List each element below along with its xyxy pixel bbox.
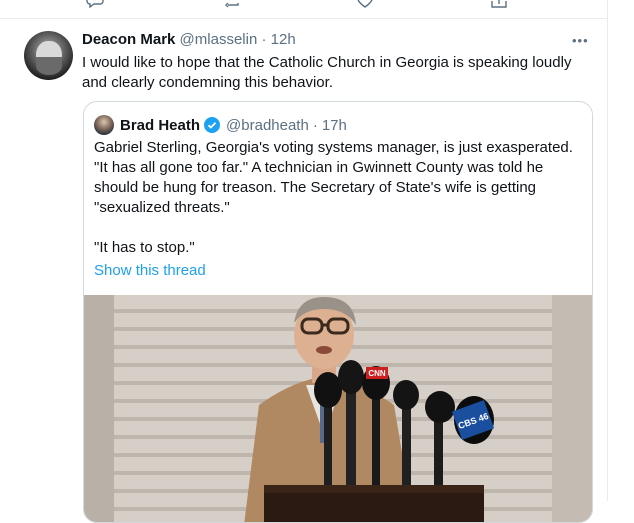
header-separator: · — [261, 31, 267, 48]
tweet-time[interactable]: 12h — [271, 31, 296, 48]
author-handle[interactable]: @mlasselin — [180, 31, 258, 48]
verified-badge-icon — [204, 117, 221, 133]
quoted-media-image[interactable]: CNN CBS 46 — [84, 295, 592, 522]
timeline-column: Deacon Mark @mlasselin · 12h ••• I would… — [0, 0, 608, 523]
tweet-header: Deacon Mark @mlasselin · 12h — [82, 31, 296, 48]
quoted-author-handle[interactable]: @bradheath — [226, 117, 309, 134]
press-conference-scene: CNN CBS 46 — [244, 297, 495, 522]
quoted-paragraph-1: Gabriel Sterling, Georgia's voting syste… — [94, 139, 573, 216]
tweet-text: I would like to hope that the Catholic C… — [82, 54, 572, 91]
more-options-icon[interactable]: ••• — [572, 33, 589, 48]
show-thread-link[interactable]: Show this thread — [94, 262, 206, 279]
avatar[interactable] — [24, 31, 73, 80]
quoted-avatar[interactable] — [94, 115, 114, 135]
quoted-tweet[interactable]: Brad Heath @bradheath · 17h Gabriel Ster… — [83, 101, 593, 523]
cnn-mic-flag: CNN — [368, 369, 386, 378]
retweet-icon[interactable] — [222, 0, 240, 8]
quoted-paragraph-2: "It has to stop." — [94, 239, 195, 256]
reply-icon[interactable] — [86, 0, 104, 8]
quoted-author-name[interactable]: Brad Heath — [120, 117, 200, 134]
previous-tweet-actions — [0, 0, 607, 12]
quoted-tweet-text: Gabriel Sterling, Georgia's voting syste… — [94, 138, 584, 258]
author-name[interactable]: Deacon Mark — [82, 31, 175, 48]
like-icon[interactable] — [356, 0, 374, 8]
quoted-tweet-header: Brad Heath @bradheath · 17h — [94, 115, 347, 135]
share-icon[interactable] — [490, 0, 508, 8]
tweet-divider — [0, 18, 607, 19]
avatar-beard — [36, 57, 62, 75]
quoted-header-separator: · — [312, 116, 318, 134]
quoted-tweet-time[interactable]: 17h — [322, 117, 347, 134]
